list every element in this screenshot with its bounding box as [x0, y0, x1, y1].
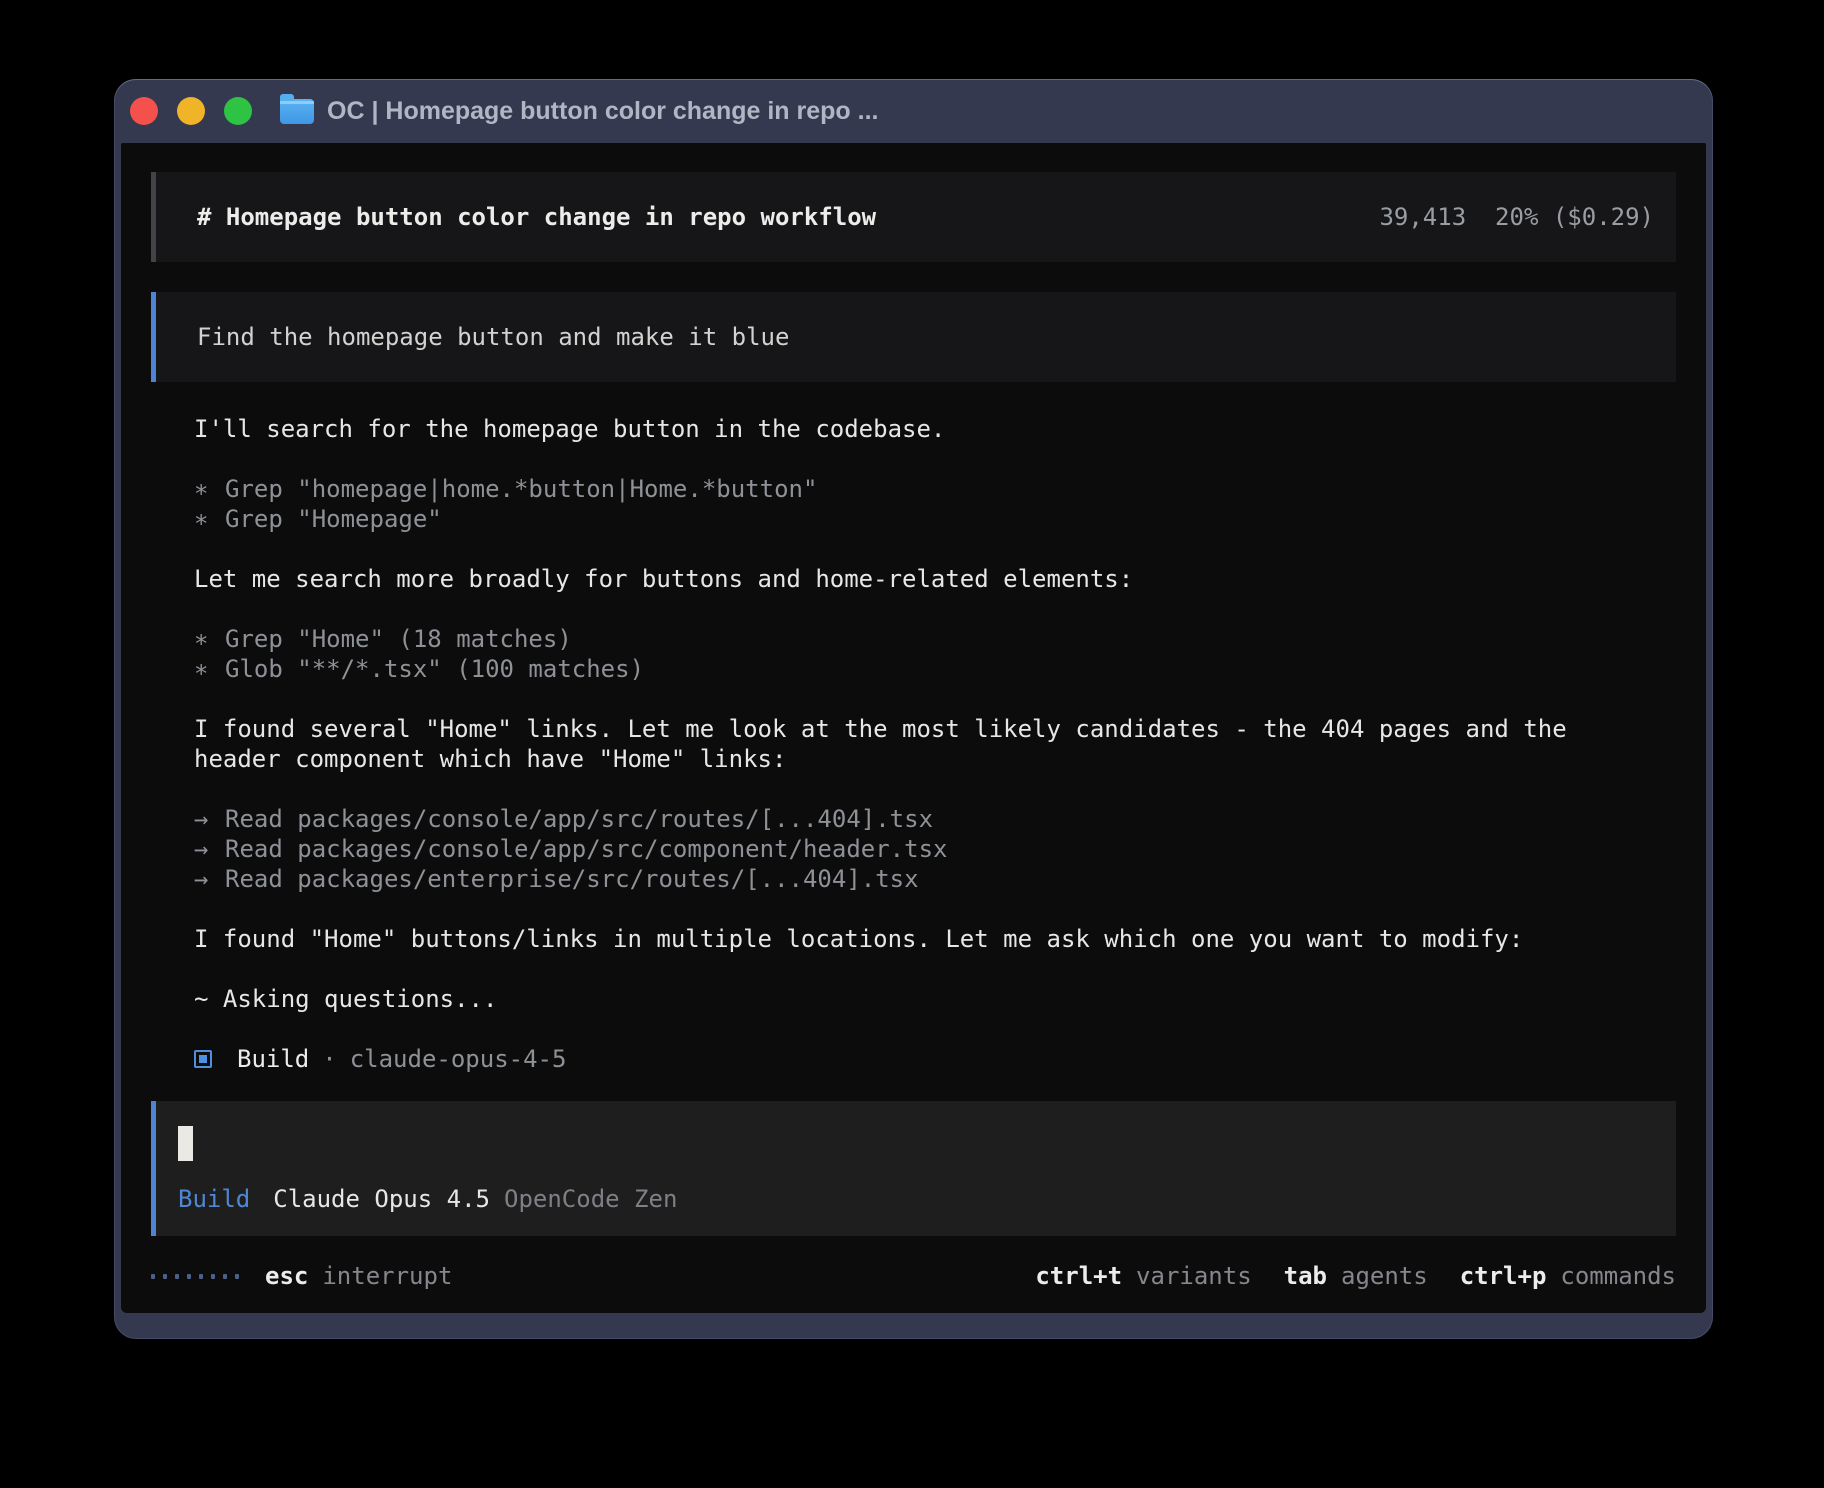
- tool-call-group: ∗ Grep "homepage|home.*button|Home.*butto…: [194, 474, 1676, 534]
- arrow-right-icon: →: [194, 834, 211, 864]
- conversation: I'll search for the homepage button in t…: [151, 414, 1676, 1291]
- session-header: # Homepage button color change in repo w…: [151, 172, 1676, 262]
- read-call: → Read packages/console/app/src/routes/[.…: [194, 804, 1676, 834]
- read-call: → Read packages/console/app/src/component…: [194, 834, 1676, 864]
- prompt-input[interactable]: Build Claude Opus 4.5 OpenCode Zen: [151, 1101, 1676, 1236]
- asterisk-icon: ∗: [194, 474, 211, 504]
- input-footer: Build Claude Opus 4.5 OpenCode Zen: [178, 1184, 1654, 1214]
- tool-call-label: Grep "Home" (18 matches): [225, 625, 572, 653]
- agent-badge: Build · claude-opus-4-5: [194, 1044, 1676, 1074]
- read-call-label: Read packages/enterprise/src/routes/[...…: [225, 865, 919, 893]
- user-message-text: Find the homepage button and make it blu…: [197, 322, 789, 352]
- close-button[interactable]: [130, 97, 158, 125]
- agent-square-icon: [194, 1050, 212, 1068]
- status-bar: esc interrupt ctrl+t variants tab agents…: [151, 1261, 1676, 1291]
- assistant-text: Let me search more broadly for buttons a…: [194, 564, 1614, 594]
- tool-call: ∗ Grep "Home" (18 matches): [194, 624, 1676, 654]
- read-call-label: Read packages/console/app/src/component/…: [225, 835, 947, 863]
- tool-call: ∗ Glob "**/*.tsx" (100 matches): [194, 654, 1676, 684]
- activity-status: ~ Asking questions...: [194, 984, 1614, 1014]
- assistant-text: I found several "Home" links. Let me loo…: [194, 714, 1614, 774]
- window-bottom-strip: [114, 1313, 1713, 1339]
- tool-call-label: Grep "Homepage": [225, 505, 442, 533]
- arrow-right-icon: →: [194, 864, 211, 894]
- asterisk-icon: ∗: [194, 624, 211, 654]
- user-message: Find the homepage button and make it blu…: [151, 292, 1676, 382]
- window-title: OC | Homepage button color change in rep…: [327, 97, 878, 126]
- assistant-text: I found "Home" buttons/links in multiple…: [194, 924, 1614, 954]
- shortcut-agents[interactable]: tab agents: [1284, 1261, 1428, 1291]
- titlebar[interactable]: OC | Homepage button color change in rep…: [114, 79, 1713, 143]
- tool-call: ∗ Grep "Homepage": [194, 504, 1676, 534]
- zoom-button[interactable]: [224, 97, 252, 125]
- session-title: # Homepage button color change in repo w…: [197, 202, 876, 232]
- terminal-content: # Homepage button color change in repo w…: [121, 143, 1706, 1313]
- spinner-dots-icon: [151, 1274, 239, 1279]
- assistant-text: I'll search for the homepage button in t…: [194, 414, 1614, 444]
- tool-call-label: Grep "homepage|home.*button|Home.*button…: [225, 475, 817, 503]
- provider-name: OpenCode Zen: [504, 1184, 677, 1214]
- interrupt-label: interrupt: [322, 1261, 452, 1291]
- interrupt-key[interactable]: esc: [265, 1261, 308, 1291]
- asterisk-icon: ∗: [194, 654, 211, 684]
- terminal-window: OC | Homepage button color change in rep…: [114, 79, 1713, 1339]
- text-cursor: [178, 1126, 193, 1161]
- dot-separator: ·: [322, 1044, 336, 1074]
- minimize-button[interactable]: [177, 97, 205, 125]
- asterisk-icon: ∗: [194, 504, 211, 534]
- read-call: → Read packages/enterprise/src/routes/[..…: [194, 864, 1676, 894]
- mode-selector[interactable]: Build: [178, 1184, 250, 1214]
- tool-call: ∗ Grep "homepage|home.*button|Home.*butto…: [194, 474, 1676, 504]
- traffic-lights: [130, 97, 252, 125]
- folder-icon: [280, 99, 314, 124]
- session-stats: 39,413 20% ($0.29): [1379, 202, 1654, 232]
- arrow-right-icon: →: [194, 804, 211, 834]
- agent-model: claude-opus-4-5: [350, 1044, 567, 1074]
- read-call-group: → Read packages/console/app/src/routes/[.…: [194, 804, 1676, 894]
- tool-call-label: Glob "**/*.tsx" (100 matches): [225, 655, 644, 683]
- shortcut-commands[interactable]: ctrl+p commands: [1460, 1261, 1676, 1291]
- shortcut-variants[interactable]: ctrl+t variants: [1035, 1261, 1251, 1291]
- shortcut-hints: ctrl+t variants tab agents ctrl+p comman…: [1003, 1261, 1676, 1291]
- agent-name: Build: [237, 1044, 309, 1074]
- tool-call-group: ∗ Grep "Home" (18 matches) ∗ Glob "**/*.ts…: [194, 624, 1676, 684]
- model-name[interactable]: Claude Opus 4.5: [273, 1184, 490, 1214]
- read-call-label: Read packages/console/app/src/routes/[..…: [225, 805, 933, 833]
